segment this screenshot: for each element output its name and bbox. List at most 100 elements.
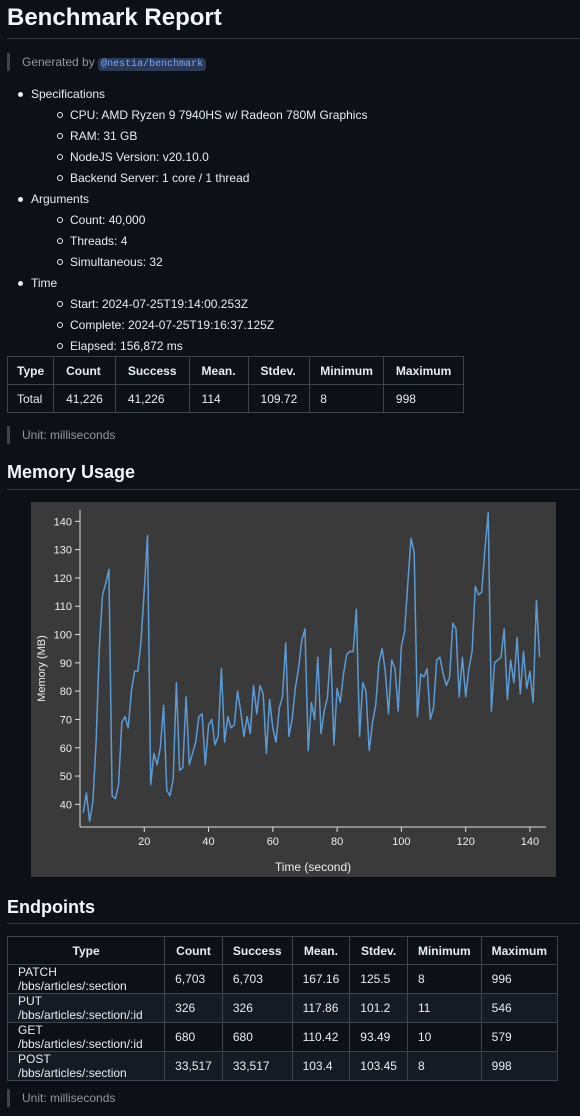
generated-note: Generated by @nestia/benchmark	[7, 53, 207, 71]
generated-prefix: Generated by	[22, 55, 95, 69]
table-row: POST /bbs/articles/:section 33,517 33,51…	[6, 1051, 559, 1081]
spec-node: NodeJS Version: v20.10.0	[55, 147, 367, 168]
y-tick-label: 50	[60, 771, 72, 783]
table-cell: 8	[406, 964, 482, 994]
time-item: Time Start: 2024-07-25T19:14:00.253Z Com…	[15, 273, 367, 357]
table-cell: 103.45	[349, 1051, 408, 1081]
table-cell: 101.2	[349, 993, 408, 1023]
specifications-item: Specifications CPU: AMD Ryzen 9 7940HS w…	[15, 84, 367, 189]
table-cell: 117.86	[291, 993, 351, 1023]
table-cell: 167.16	[291, 964, 351, 994]
arguments-label: Arguments	[31, 192, 90, 206]
x-tick-label: 20	[138, 836, 150, 848]
endpoints-divider	[7, 923, 580, 924]
table-row: Total 41,226 41,226 114 109.72 8 998	[6, 384, 465, 413]
table-cell: 326	[164, 993, 223, 1023]
header-cell: Stdev.	[349, 936, 408, 965]
table-cell: 6,703	[221, 964, 293, 994]
x-tick-label: 140	[521, 836, 539, 848]
header-cell: Success	[114, 356, 190, 385]
header-cell: Count	[164, 936, 223, 965]
y-tick-label: 100	[54, 630, 72, 642]
table-cell: GET /bbs/articles/:section/:id	[6, 1022, 166, 1052]
spec-backend: Backend Server: 1 core / 1 thread	[55, 168, 367, 189]
header-cell: Minimum	[309, 356, 384, 385]
table-cell: 109.72	[247, 384, 311, 413]
specifications-label: Specifications	[31, 87, 106, 101]
y-tick-label: 80	[60, 686, 72, 698]
endpoints-table: Type Count Success Mean. Stdev. Minimum …	[6, 936, 559, 1081]
memory-chart-svg: 40 50 60 70 80 90 100 110 120 130 140 20 40 60 80 100 12…	[36, 510, 546, 874]
y-tick-label: 140	[54, 516, 72, 528]
table-cell: Total	[6, 384, 55, 413]
table-cell: 8	[309, 384, 384, 413]
table-cell: 998	[382, 384, 465, 413]
y-tick-label: 110	[54, 601, 72, 613]
table-cell: 125.5	[349, 964, 408, 994]
unit-note-endpoints: Unit: milliseconds	[7, 1089, 115, 1107]
arg-simultaneous: Simultaneous: 32	[55, 252, 367, 273]
arguments-item: Arguments Count: 40,000 Threads: 4 Simul…	[15, 189, 367, 273]
header-cell: Minimum	[406, 936, 482, 965]
x-tick-label: 120	[456, 836, 474, 848]
table-cell: 546	[480, 993, 559, 1023]
table-cell: 33,517	[221, 1051, 293, 1081]
time-elapsed: Elapsed: 156,872 ms	[55, 336, 367, 357]
y-tick-label: 60	[60, 743, 72, 755]
y-tick-label: 130	[54, 545, 72, 557]
memory-series-line	[82, 512, 541, 823]
table-cell: POST /bbs/articles/:section	[6, 1051, 166, 1081]
table-cell: 110.42	[291, 1022, 351, 1052]
table-row: PUT /bbs/articles/:section/:id 326 326 1…	[6, 993, 559, 1023]
header-cell: Type	[6, 356, 55, 385]
table-row: GET /bbs/articles/:section/:id 680 680 1…	[6, 1022, 559, 1052]
title-divider	[7, 38, 580, 39]
x-tick-label: 40	[202, 836, 214, 848]
table-cell: 998	[480, 1051, 559, 1081]
table-cell: 579	[480, 1022, 559, 1052]
table-cell: 326	[221, 993, 293, 1023]
spec-cpu: CPU: AMD Ryzen 9 7940HS w/ Radeon 780M G…	[55, 105, 367, 126]
table-cell: PATCH /bbs/articles/:section	[6, 964, 166, 994]
summary-table: Type Count Success Mean. Stdev. Minimum …	[6, 356, 465, 413]
table-cell: 6,703	[164, 964, 223, 994]
memory-chart: 40 50 60 70 80 90 100 110 120 130 140 20 40 60 80 100 12…	[31, 502, 556, 877]
time-label: Time	[31, 276, 58, 290]
time-start: Start: 2024-07-25T19:14:00.253Z	[55, 294, 367, 315]
generator-link[interactable]: @nestia/benchmark	[98, 58, 207, 71]
x-tick-label: 100	[392, 836, 410, 848]
table-cell: 33,517	[164, 1051, 223, 1081]
y-tick-label: 120	[54, 573, 72, 585]
header-cell: Maximum	[382, 356, 465, 385]
x-tick-label: 80	[331, 836, 343, 848]
table-cell: 996	[480, 964, 559, 994]
y-tick-label: 70	[60, 714, 72, 726]
arg-threads: Threads: 4	[55, 231, 367, 252]
y-tick-label: 40	[60, 799, 72, 811]
table-cell: 41,226	[114, 384, 190, 413]
table-cell: 680	[221, 1022, 293, 1052]
endpoints-header-row: Type Count Success Mean. Stdev. Minimum …	[6, 936, 559, 965]
report-details-list: Specifications CPU: AMD Ryzen 9 7940HS w…	[15, 84, 367, 357]
table-cell: 41,226	[53, 384, 116, 413]
unit-note: Unit: milliseconds	[7, 426, 115, 444]
x-axis-label: Time (second)	[275, 860, 351, 874]
memory-divider	[7, 489, 580, 490]
table-cell: 8	[406, 1051, 482, 1081]
header-cell: Type	[6, 936, 166, 965]
table-row: PATCH /bbs/articles/:section 6,703 6,703…	[6, 964, 559, 994]
header-cell: Mean.	[291, 936, 351, 965]
header-cell: Success	[221, 936, 293, 965]
y-axis-label: Memory (MB)	[36, 635, 48, 702]
endpoints-heading: Endpoints	[7, 897, 95, 917]
header-cell: Count	[53, 356, 116, 385]
table-cell: 680	[164, 1022, 223, 1052]
table-cell: 11	[406, 993, 482, 1023]
spec-ram: RAM: 31 GB	[55, 126, 367, 147]
table-cell: PUT /bbs/articles/:section/:id	[6, 993, 166, 1023]
time-complete: Complete: 2024-07-25T19:16:37.125Z	[55, 315, 367, 336]
header-cell: Mean.	[188, 356, 249, 385]
x-tick-label: 60	[267, 836, 279, 848]
y-tick-label: 90	[60, 658, 72, 670]
table-cell: 103.4	[291, 1051, 351, 1081]
